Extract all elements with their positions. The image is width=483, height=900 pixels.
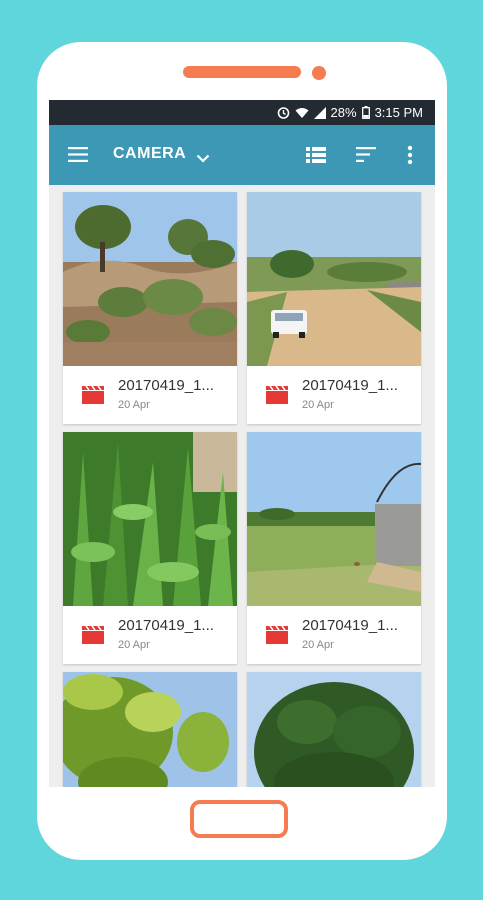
phone-camera [312, 66, 326, 80]
thumbnail-field-tank [247, 432, 421, 606]
app-screen: 28% 3:15 PM CAMERA 20170419_1... 20 Apr … [49, 100, 435, 787]
thumbnail-green-plants [63, 432, 237, 606]
more-options-icon[interactable] [407, 145, 413, 170]
media-card[interactable]: 20170419_1... 20 Apr [247, 192, 421, 424]
thumbnail-cactus-wall [63, 192, 237, 366]
file-name: 20170419_1... [118, 617, 214, 634]
media-card[interactable]: 20170419_1... 20 Apr [63, 192, 237, 424]
file-date: 20 Apr [118, 639, 150, 651]
clock-time: 3:15 PM [374, 105, 423, 120]
card-meta: 20170419_1... 20 Apr [247, 366, 421, 424]
home-button[interactable] [190, 800, 288, 838]
video-icon [266, 385, 288, 409]
battery-percent: 28% [330, 105, 357, 120]
thumbnail-road-car [247, 192, 421, 366]
file-name: 20170419_1... [302, 377, 398, 394]
file-name: 20170419_1... [302, 617, 398, 634]
card-meta: 20170419_1... 20 Apr [63, 606, 237, 664]
card-meta: 20170419_1... 20 Apr [247, 606, 421, 664]
media-card[interactable]: 20170419_1... 20 Apr [63, 432, 237, 664]
file-date: 20 Apr [118, 399, 150, 411]
video-icon [82, 625, 104, 649]
app-bar: CAMERA [49, 125, 435, 185]
video-icon [266, 625, 288, 649]
video-icon [82, 385, 104, 409]
chevron-down-icon[interactable] [196, 150, 210, 168]
battery-icon [361, 106, 370, 119]
list-view-icon[interactable] [306, 147, 326, 168]
media-card[interactable] [247, 672, 421, 787]
menu-icon[interactable] [68, 147, 88, 167]
sort-icon[interactable] [356, 147, 376, 167]
file-date: 20 Apr [302, 639, 334, 651]
status-bar: 28% 3:15 PM [49, 100, 435, 125]
phone-speaker [183, 66, 301, 78]
alarm-icon [277, 106, 290, 119]
media-card[interactable]: 20170419_1... 20 Apr [247, 432, 421, 664]
folder-title[interactable]: CAMERA [113, 145, 186, 163]
media-grid: 20170419_1... 20 Apr 20170419_1... 20 Ap… [63, 192, 421, 787]
signal-icon [313, 106, 326, 119]
file-date: 20 Apr [302, 399, 334, 411]
file-name: 20170419_1... [118, 377, 214, 394]
card-meta: 20170419_1... 20 Apr [63, 366, 237, 424]
wifi-icon [295, 107, 309, 119]
thumbnail-tree-canopy [247, 672, 421, 787]
media-card[interactable] [63, 672, 237, 787]
thumbnail-sunlit-leaves [63, 672, 237, 787]
